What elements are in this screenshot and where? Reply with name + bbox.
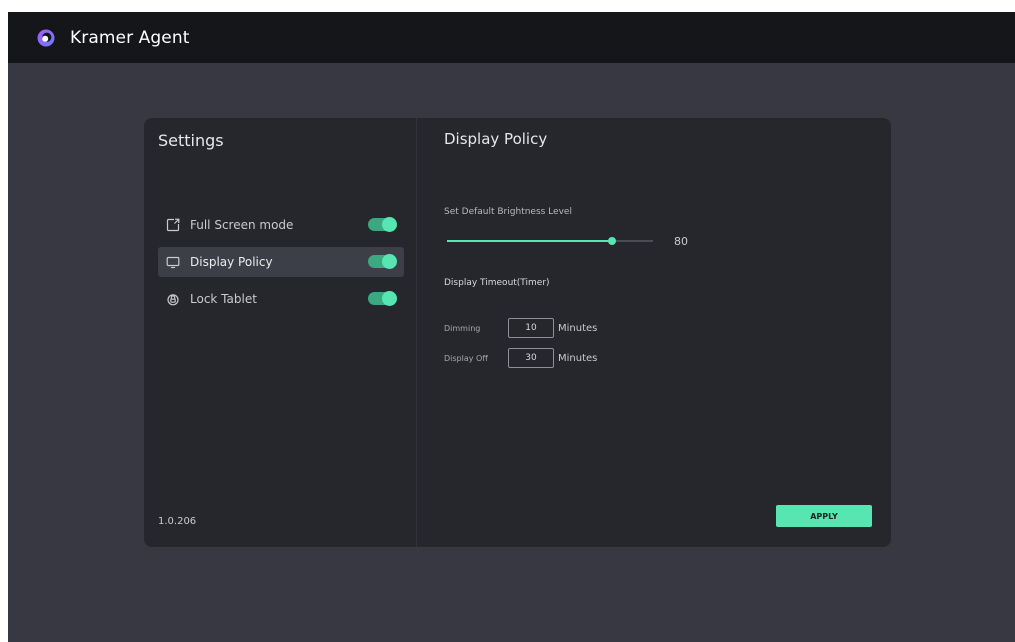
panel-title: Display Policy: [444, 130, 548, 148]
lock-tablet-toggle[interactable]: [368, 291, 397, 306]
display-off-row: Display Off Minutes: [444, 347, 597, 369]
sidebar-item-full-screen-mode[interactable]: Full Screen mode: [158, 210, 404, 240]
settings-menu: Full Screen mode Display Policy Lock Tab…: [158, 210, 404, 321]
timeout-label: Display Timeout(Timer): [444, 278, 550, 288]
sidebar-item-label: Display Policy: [190, 255, 273, 269]
display-policy-panel: Display Policy Set Default Brightness Le…: [444, 118, 884, 547]
brightness-slider[interactable]: [447, 235, 653, 247]
display-icon: [166, 256, 180, 269]
app-title: Kramer Agent: [70, 27, 190, 48]
settings-card: Settings Full Screen mode Display Policy…: [144, 118, 891, 547]
title-bar: Kramer Agent: [8, 12, 1015, 63]
display-policy-toggle[interactable]: [368, 254, 397, 269]
display-off-unit: Minutes: [558, 352, 598, 364]
sidebar-title: Settings: [158, 131, 224, 150]
fullscreen-icon: [166, 218, 180, 232]
full-screen-toggle[interactable]: [368, 217, 397, 232]
brightness-value: 80: [674, 235, 688, 248]
lock-icon: [167, 294, 179, 306]
dimming-input[interactable]: [508, 318, 554, 338]
display-off-input[interactable]: [508, 348, 554, 368]
brightness-slider-fill: [447, 240, 612, 242]
dimming-unit: Minutes: [558, 322, 598, 334]
settings-sidebar: Settings Full Screen mode Display Policy…: [144, 118, 417, 547]
sidebar-item-lock-tablet[interactable]: Lock Tablet: [158, 284, 404, 314]
brightness-slider-thumb[interactable]: [608, 237, 616, 245]
apply-button[interactable]: APPLY: [776, 505, 872, 527]
display-off-label: Display Off: [444, 353, 488, 363]
brightness-label: Set Default Brightness Level: [444, 207, 572, 217]
sidebar-item-label: Full Screen mode: [190, 218, 294, 232]
dimming-label: Dimming: [444, 323, 481, 333]
dimming-row: Dimming Minutes: [444, 317, 597, 339]
version-label: 1.0.206: [158, 516, 197, 527]
sidebar-item-display-policy[interactable]: Display Policy: [158, 247, 404, 277]
sidebar-item-label: Lock Tablet: [190, 292, 257, 306]
kramer-logo-icon: [37, 29, 55, 46]
app-window: Kramer Agent Settings Full Screen mode D…: [8, 12, 1015, 642]
